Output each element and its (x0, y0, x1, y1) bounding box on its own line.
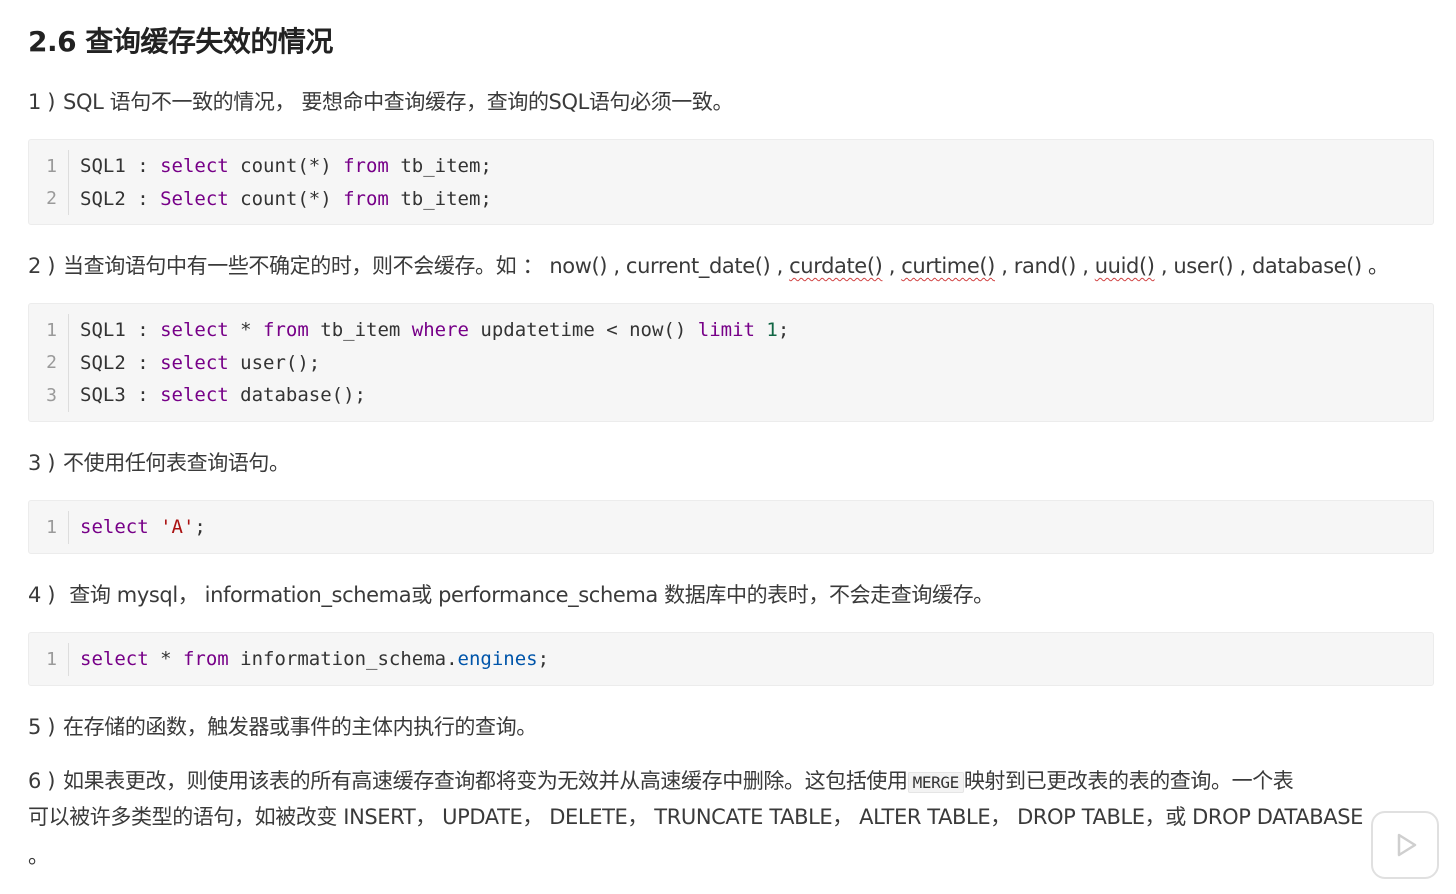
line-number: 1 (29, 150, 69, 183)
paragraph-text: 不使用任何表查询语句。 (63, 451, 290, 475)
code-block-3: 1 select 'A'; (28, 500, 1434, 554)
paragraph-4: 4 ) 查询 mysql， information_schema或 perfor… (28, 579, 994, 609)
item-number: 1 ) (28, 90, 56, 114)
code-text: SQL3 : select database(); (80, 384, 366, 407)
inline-code-merge: MERGE (907, 772, 964, 793)
section-heading: 2.6 查询缓存失效的情况 (28, 25, 333, 58)
item-number: 5 ) (28, 715, 56, 739)
code-line: 3 SQL3 : select database(); (29, 379, 1433, 412)
code-line: 2 SQL2 : Select count(*) from tb_item; (29, 182, 1433, 215)
paragraph-text: 在存储的函数，触发器或事件的主体内执行的查询。 (63, 715, 537, 739)
code-line: 1 SQL1 : select count(*) from tb_item; (29, 150, 1433, 183)
paragraph-6-line-1: 6 ) 如果表更改，则使用该表的所有高速缓存查询都将变为无效并从高速缓存中删除。这… (28, 769, 1294, 793)
code-line: 1 select * from information_schema.engin… (29, 643, 1433, 676)
paragraph-text: SQL 语句不一致的情况， 要想命中查询缓存，查询的SQL语句必须一致。 (63, 90, 734, 114)
code-text: SQL1 : select * from tb_item where updat… (80, 319, 790, 342)
line-number: 1 (29, 511, 69, 544)
code-text: SQL1 : select count(*) from tb_item; (80, 155, 492, 178)
code-text: select 'A'; (80, 516, 206, 539)
play-icon (1397, 833, 1417, 857)
line-number: 3 (29, 379, 69, 412)
paragraph-2: 2 ) 当查询语句中有一些不确定的时，则不会缓存。如 ： now() , curr… (28, 254, 1389, 278)
line-number: 1 (29, 314, 69, 347)
paragraph-1: 1 ) SQL 语句不一致的情况， 要想命中查询缓存，查询的SQL语句必须一致。 (28, 86, 734, 116)
code-text: select * from information_schema.engines… (80, 648, 550, 671)
item-number: 4 ) (28, 583, 56, 607)
paragraph-6-line-3: 。 (28, 844, 49, 868)
line-number: 1 (29, 643, 69, 676)
code-text: SQL2 : select user(); (80, 351, 321, 374)
paragraph-3: 3 ) 不使用任何表查询语句。 (28, 447, 290, 477)
item-number: 6 ) (28, 769, 56, 793)
line-number: 2 (29, 346, 69, 379)
code-line: 1 select 'A'; (29, 511, 1433, 544)
code-line: 2 SQL2 : select user(); (29, 346, 1433, 379)
code-line: 1 SQL1 : select * from tb_item where upd… (29, 314, 1433, 347)
code-text: SQL2 : Select count(*) from tb_item; (80, 187, 492, 210)
play-button[interactable] (1371, 811, 1439, 879)
code-block-4: 1 select * from information_schema.engin… (28, 632, 1434, 686)
paragraph-6-line-2: 可以被许多类型的语句，如被改变 INSERT， UPDATE， DELETE， … (28, 805, 1364, 829)
item-number: 3 ) (28, 451, 56, 475)
code-block-2: 1 SQL1 : select * from tb_item where upd… (28, 303, 1434, 422)
paragraph-5: 5 ) 在存储的函数，触发器或事件的主体内执行的查询。 (28, 711, 537, 741)
item-number: 2 ) (28, 254, 56, 278)
line-number: 2 (29, 182, 69, 215)
paragraph-text: 查询 mysql， information_schema或 performanc… (63, 583, 994, 607)
document-page: 2.6 查询缓存失效的情况 1 ) SQL 语句不一致的情况， 要想命中查询缓存，… (0, 0, 1456, 894)
code-block-1: 1 SQL1 : select count(*) from tb_item; 2… (28, 139, 1434, 225)
